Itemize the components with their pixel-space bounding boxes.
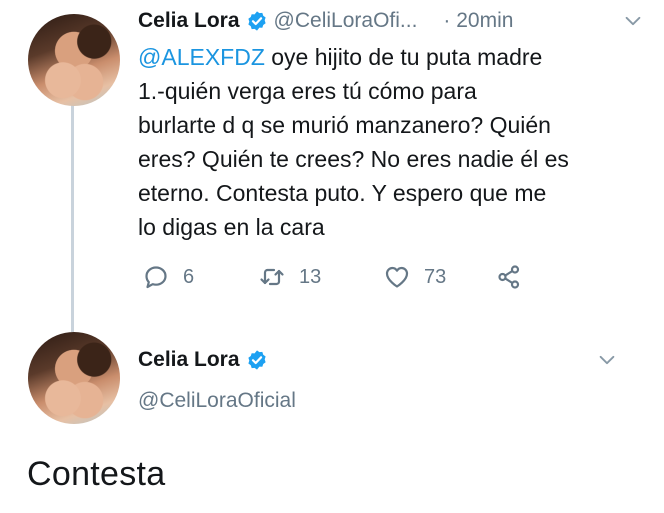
avatar[interactable]	[28, 332, 120, 424]
like-icon	[385, 266, 409, 288]
thread-connector-line	[71, 104, 74, 332]
retweet-icon	[260, 268, 284, 286]
handle[interactable]: @CeliLoraOfi...	[274, 9, 418, 33]
retweet-count: 13	[299, 265, 322, 288]
chevron-down-icon[interactable]	[596, 349, 618, 371]
share-button[interactable]	[496, 264, 536, 290]
tweet-header: Celia Lora @CeliLoraOfi... · 20min	[138, 6, 644, 36]
like-button[interactable]: 73	[384, 264, 496, 290]
handle[interactable]: @CeliLoraOficial	[138, 389, 296, 413]
tweet-body: oye hijito de tu puta madre 1.-quién ver…	[138, 44, 569, 240]
reply-tweet-text: Contesta	[27, 455, 166, 493]
reply-button[interactable]: 6	[143, 264, 259, 290]
mention-link[interactable]: @ALEXFDZ	[138, 44, 265, 70]
timestamp[interactable]: · 20min	[443, 9, 513, 33]
verified-icon	[247, 11, 266, 31]
tweet-actions: 6 13 73	[143, 262, 536, 292]
reply-count: 6	[183, 265, 195, 288]
chevron-down-icon[interactable]	[622, 10, 644, 32]
display-name[interactable]: Celia Lora	[138, 348, 240, 372]
reply-icon	[145, 266, 167, 289]
like-count: 73	[424, 265, 447, 288]
share-icon	[498, 265, 520, 289]
avatar[interactable]	[28, 14, 120, 106]
tweet-text: @ALEXFDZ oye hijito de tu puta madre 1.-…	[138, 40, 638, 244]
display-name[interactable]: Celia Lora	[138, 9, 240, 33]
retweet-button[interactable]: 13	[259, 264, 384, 290]
verified-icon	[247, 350, 266, 370]
reply-author-block: Celia Lora @CeliLoraOficial	[138, 345, 296, 413]
